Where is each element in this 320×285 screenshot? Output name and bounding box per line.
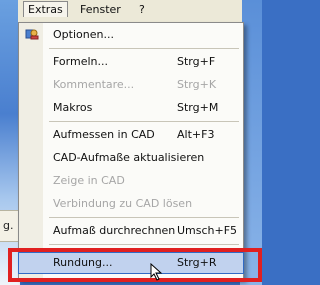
- menu-item-cad-aufmasse-aktualisieren[interactable]: CAD-Aufmaße aktualisieren: [19, 148, 243, 168]
- menu-item-label: Optionen...: [53, 28, 114, 41]
- menu-item-label: Verbindung zu CAD lösen: [53, 197, 193, 210]
- menu-item-label: Kommentare...: [53, 78, 135, 91]
- menu-item-makros[interactable]: Makros Strg+M: [19, 98, 243, 118]
- menu-item-shortcut: Umsch+F5: [177, 224, 238, 237]
- menu-separator: [49, 244, 239, 245]
- background-window-left: [0, 0, 20, 285]
- menu-separator: [49, 217, 239, 218]
- menu-item-optionen[interactable]: Optionen...: [19, 25, 243, 45]
- menu-help[interactable]: ?: [139, 3, 145, 16]
- background-panel-text: g.: [3, 219, 14, 232]
- menu-item-formeln[interactable]: Formeln... Strg+F: [19, 52, 243, 72]
- menu-item-shortcut: Alt+F3: [177, 128, 215, 141]
- menu-item-label: Formeln...: [53, 55, 108, 68]
- menu-item-label: Zeige in CAD: [53, 174, 125, 187]
- menu-item-label: CAD-Aufmaße aktualisieren: [53, 151, 205, 164]
- menu-item-shortcut: Strg+F: [177, 55, 216, 68]
- menu-item-shortcut: Strg+K: [177, 78, 217, 91]
- menu-item-label: Aufmaß durchrechnen: [53, 224, 176, 237]
- menu-bar: Extras Fenster ?: [18, 0, 242, 23]
- menu-extras[interactable]: Extras: [23, 1, 68, 17]
- annotation-highlight-box: [8, 248, 262, 282]
- menu-item-label: Aufmessen in CAD: [53, 128, 155, 141]
- menu-item-zeige-in-cad: Zeige in CAD: [19, 171, 243, 191]
- menu-fenster[interactable]: Fenster: [80, 3, 121, 16]
- menu-item-verbindung-zu-cad-loesen: Verbindung zu CAD lösen: [19, 194, 243, 214]
- extras-dropdown-menu: Optionen... Formeln... Strg+F Kommentare…: [18, 22, 244, 280]
- menu-item-label: Makros: [53, 101, 93, 114]
- mouse-cursor-icon: [150, 263, 163, 281]
- menu-item-shortcut: Strg+M: [177, 101, 219, 114]
- menu-item-aufmessen-in-cad[interactable]: Aufmessen in CAD Alt+F3: [19, 125, 243, 145]
- menu-item-kommentare: Kommentare... Strg+K: [19, 75, 243, 95]
- menu-separator: [49, 48, 239, 49]
- menu-item-aufmass-durchrechnen[interactable]: Aufmaß durchrechnen Umsch+F5: [19, 221, 243, 241]
- menu-separator: [49, 121, 239, 122]
- tools-options-icon: [25, 29, 39, 40]
